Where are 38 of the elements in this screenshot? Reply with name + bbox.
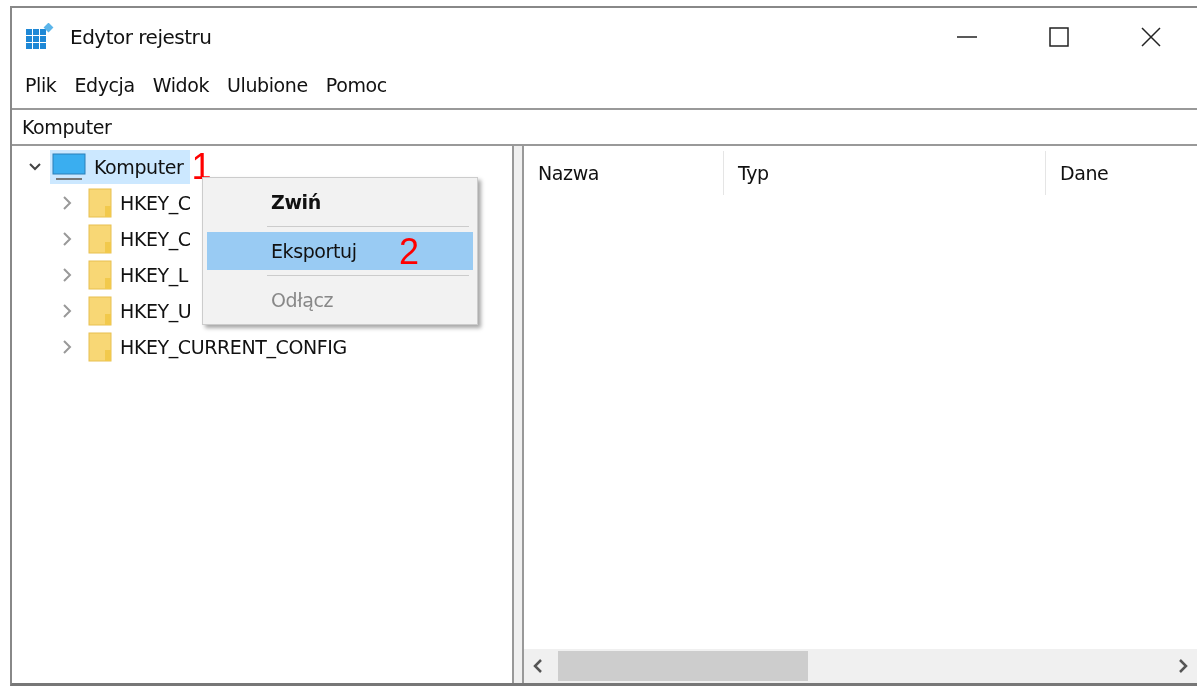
chevron-right-icon[interactable] — [60, 339, 74, 355]
scroll-left-icon[interactable] — [532, 659, 544, 673]
folder-icon — [88, 224, 112, 254]
menu-item[interactable]: Widok — [143, 74, 219, 96]
window-title: Edytor rejestru — [70, 25, 212, 49]
column-header[interactable]: Typ — [724, 151, 1046, 195]
computer-icon — [52, 153, 86, 181]
menu-item[interactable]: Pomoc — [316, 74, 396, 96]
chevron-right-icon[interactable] — [60, 231, 74, 247]
menu-item[interactable]: Ulubione — [218, 74, 317, 96]
maximize-icon — [1048, 26, 1070, 48]
registry-icon — [26, 23, 56, 51]
folder-icon — [88, 260, 112, 290]
menu-item[interactable]: Edycja — [65, 74, 144, 96]
menu-item[interactable]: Plik — [16, 74, 66, 96]
annotation-number: 2 — [399, 232, 420, 272]
column-header[interactable]: Nazwa — [524, 151, 724, 195]
scroll-right-icon[interactable] — [1177, 659, 1189, 673]
chevron-right-icon[interactable] — [60, 303, 74, 319]
folder-icon — [88, 296, 112, 326]
scroll-thumb[interactable] — [558, 651, 808, 681]
context-menu-item[interactable]: Zwiń — [207, 183, 473, 221]
column-header[interactable]: Dane — [1046, 151, 1196, 195]
pane-splitter[interactable] — [514, 146, 524, 683]
chevron-right-icon[interactable] — [60, 267, 74, 283]
tree-item[interactable]: HKEY_CURRENT_CONFIG — [86, 330, 353, 364]
minimize-icon — [956, 36, 978, 38]
tree-item[interactable]: HKEY_U — [86, 294, 198, 328]
tree-item[interactable]: HKEY_C — [86, 186, 197, 220]
horizontal-scrollbar[interactable] — [524, 649, 1197, 683]
tree-item[interactable]: Komputer — [50, 150, 190, 184]
close-icon — [1140, 26, 1162, 48]
tree-item[interactable]: HKEY_L — [86, 258, 195, 292]
folder-icon — [88, 332, 112, 362]
tree-item[interactable]: HKEY_C — [86, 222, 197, 256]
chevron-right-icon[interactable] — [60, 195, 74, 211]
folder-icon — [88, 188, 112, 218]
address-field[interactable]: Komputer — [12, 108, 1197, 146]
